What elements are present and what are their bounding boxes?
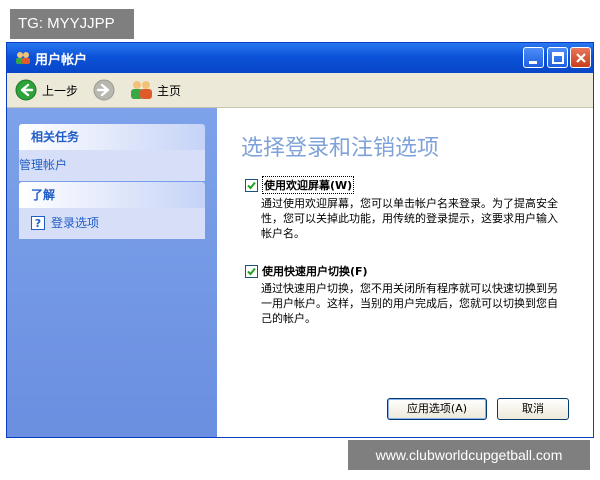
checkmark-icon	[247, 267, 256, 275]
welcome-screen-label[interactable]: 使用欢迎屏幕(W)	[262, 176, 355, 194]
learn-title: 了解	[19, 182, 205, 208]
fast-user-switching-option: 使用快速用户切换(F) 通过快速用户切换，您不用关闭所有程序就可以快速切换到另一…	[245, 263, 561, 326]
learn-body: ? 登录选项	[19, 208, 205, 239]
window-title: 用户帐户	[35, 53, 88, 68]
users-icon	[16, 52, 30, 64]
forward-arrow-icon[interactable]	[93, 79, 115, 101]
watermark-bottom: www.clubworldcupgetball.com	[348, 440, 590, 470]
svg-text:?: ?	[35, 217, 41, 230]
fast-user-switching-label[interactable]: 使用快速用户切换(F)	[262, 263, 368, 279]
title-bar[interactable]: 用户帐户	[7, 43, 593, 73]
fast-user-switching-description: 通过快速用户切换，您不用关闭所有程序就可以快速切换到另一用户帐户。这样，当别的用…	[261, 282, 558, 325]
maximize-icon	[552, 52, 564, 64]
apply-options-button[interactable]: 应用选项(A)	[387, 398, 487, 420]
close-icon	[576, 53, 586, 63]
checkmark-icon	[247, 181, 256, 189]
maximize-button[interactable]	[547, 47, 568, 68]
manage-accounts-link[interactable]: 管理帐户	[19, 156, 205, 173]
logon-options-label: 登录选项	[51, 216, 100, 230]
welcome-screen-checkbox[interactable]	[245, 178, 258, 192]
page-title: 选择登录和注销选项	[241, 136, 440, 161]
minimize-button[interactable]	[523, 47, 544, 68]
back-arrow-icon[interactable]	[15, 79, 37, 101]
home-users-icon[interactable]	[129, 78, 155, 102]
minimize-icon	[529, 61, 537, 64]
close-button[interactable]	[570, 47, 591, 68]
related-tasks-title: 相关任务	[19, 124, 205, 150]
back-button-label[interactable]: 上一步	[42, 82, 78, 99]
user-accounts-window: 用户帐户 上一步 主页 相关任务 管理帐户 了解 ? 登录选项 选择登录和注销选…	[6, 42, 594, 438]
fast-user-switching-checkbox[interactable]	[245, 264, 258, 278]
learn-panel: 了解 ? 登录选项	[19, 182, 205, 239]
welcome-screen-description: 通过使用欢迎屏幕，您可以单击帐户名来登录。为了提高安全性，您可以关掉此功能，用传…	[261, 197, 558, 240]
main-content: 选择登录和注销选项 使用欢迎屏幕(W) 通过使用欢迎屏幕，您可以单击帐户名来登录…	[217, 108, 593, 437]
help-icon: ?	[31, 215, 45, 230]
welcome-screen-option: 使用欢迎屏幕(W) 通过使用欢迎屏幕，您可以单击帐户名来登录。为了提高安全性，您…	[245, 176, 561, 241]
cancel-button[interactable]: 取消	[497, 398, 569, 420]
logon-options-link[interactable]: ? 登录选项	[21, 214, 205, 231]
task-sidebar: 相关任务 管理帐户 了解 ? 登录选项	[7, 108, 217, 437]
related-tasks-body: 管理帐户	[19, 150, 205, 181]
watermark-top: TG: MYYJJPP	[10, 9, 134, 39]
home-button-label[interactable]: 主页	[157, 82, 181, 99]
toolbar: 上一步 主页	[7, 73, 593, 108]
related-tasks-panel: 相关任务 管理帐户	[19, 124, 205, 181]
